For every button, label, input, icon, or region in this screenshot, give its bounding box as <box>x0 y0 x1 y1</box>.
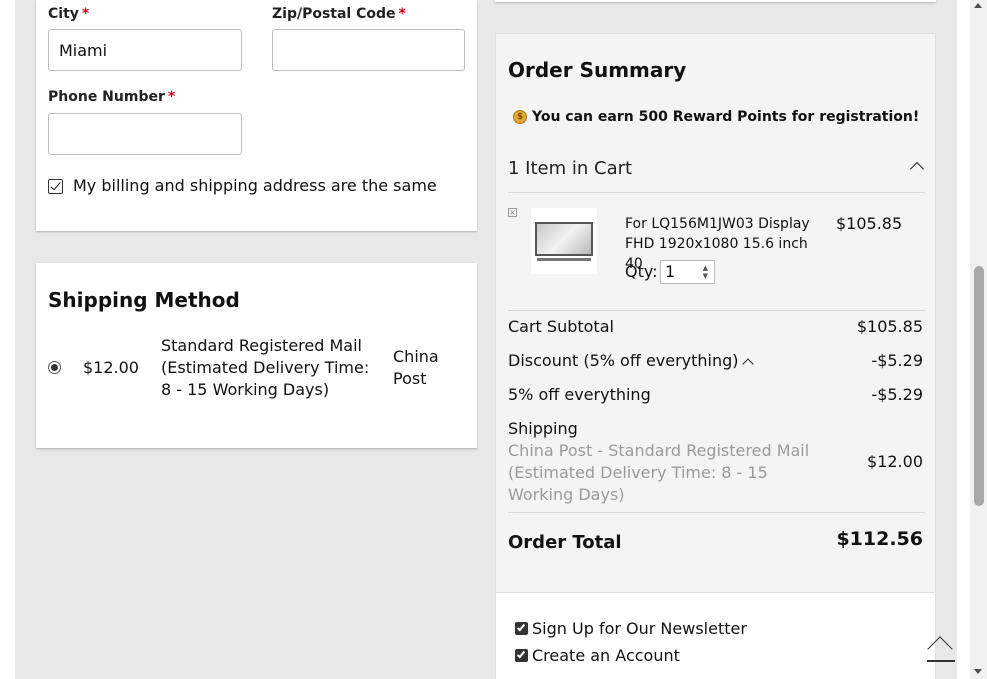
cart-items-toggle[interactable]: 1 Item in Cart <box>508 158 632 179</box>
remove-item-icon[interactable]: × <box>508 208 517 217</box>
order-total-label: Order Total <box>508 532 622 553</box>
checkmark-icon <box>50 179 61 191</box>
coin-icon: $ <box>513 110 527 124</box>
reward-points-amount: 500 Reward Points <box>638 109 787 125</box>
discount-value: -$5.29 <box>871 351 923 370</box>
order-total-value: $112.56 <box>836 528 923 550</box>
subtotal-value: $105.85 <box>856 317 923 336</box>
same-address-checkbox[interactable] <box>48 179 63 194</box>
shipping-value: $12.00 <box>867 452 923 471</box>
account-options-panel: Sign Up for Our Newsletter Create an Acc… <box>495 593 936 679</box>
newsletter-label[interactable]: Sign Up for Our Newsletter <box>532 619 747 638</box>
shipping-detail: China Post - Standard Registered Mail (E… <box>508 441 810 504</box>
shipping-option-carrier: China Post <box>393 347 439 388</box>
phone-label: Phone Number * <box>48 89 176 105</box>
scroll-up-arrow-icon[interactable] <box>974 3 982 8</box>
shipping-option-radio[interactable] <box>48 361 61 374</box>
city-input[interactable]: Miami <box>48 29 242 71</box>
laptop-screen-edge <box>537 258 591 261</box>
chevron-up-icon[interactable] <box>742 358 754 370</box>
required-marker: * <box>398 6 406 22</box>
summary-top-edge <box>495 0 936 2</box>
order-summary-title: Order Summary <box>508 58 687 82</box>
divider <box>508 192 925 193</box>
arrow-up-icon <box>927 636 953 662</box>
qty-label: Qty: <box>625 262 658 281</box>
checkmark-icon <box>516 622 526 632</box>
shipping-method-title: Shipping Method <box>48 288 240 312</box>
chevron-up-icon[interactable] <box>909 161 925 177</box>
create-account-label[interactable]: Create an Account <box>532 646 680 665</box>
product-price: $105.85 <box>836 214 903 233</box>
back-to-top-button[interactable] <box>927 633 955 663</box>
radio-selected-dot <box>51 364 58 371</box>
discount-label[interactable]: Discount (5% off everything) <box>508 351 739 370</box>
scroll-down-arrow-icon[interactable] <box>974 669 982 674</box>
subtotal-label: Cart Subtotal <box>508 317 614 336</box>
shipping-method-card: Shipping Method $12.00 Standard Register… <box>36 263 477 448</box>
required-marker: * <box>81 6 90 22</box>
create-account-checkbox[interactable] <box>515 649 528 662</box>
shipping-option-method: Standard Registered Mail (Estimated Deli… <box>161 336 370 399</box>
back-to-top-underline <box>927 660 955 662</box>
same-address-label[interactable]: My billing and shipping address are the … <box>73 176 437 195</box>
checkmark-icon <box>516 649 526 659</box>
laptop-screen-image <box>535 222 593 256</box>
product-thumbnail[interactable] <box>531 208 597 274</box>
discount-detail-value: -$5.29 <box>871 385 923 404</box>
shipping-option-price: $12.00 <box>83 358 139 377</box>
shipping-label: Shipping <box>508 419 578 438</box>
spinner-arrows-icon[interactable]: ▲ ▼ <box>703 264 708 280</box>
discount-detail-label: 5% off everything <box>508 385 651 404</box>
required-marker: * <box>167 89 176 105</box>
phone-input[interactable] <box>48 113 242 155</box>
newsletter-checkbox[interactable] <box>515 622 528 635</box>
divider <box>508 512 925 513</box>
order-summary-panel: Order Summary $ You can earn 500 Reward … <box>495 33 936 593</box>
divider <box>508 310 925 311</box>
city-label: City * <box>48 6 90 22</box>
address-form-card: City * Miami Zip/Postal Code * Phone Numbe… <box>36 0 477 231</box>
reward-points-message: You can earn 500 Reward Points for regis… <box>532 109 920 125</box>
zip-label: Zip/Postal Code * <box>272 6 406 22</box>
scrollbar-thumb[interactable] <box>974 266 984 506</box>
qty-input[interactable]: 1 ▲ ▼ <box>660 260 715 284</box>
zip-input[interactable] <box>272 29 465 71</box>
